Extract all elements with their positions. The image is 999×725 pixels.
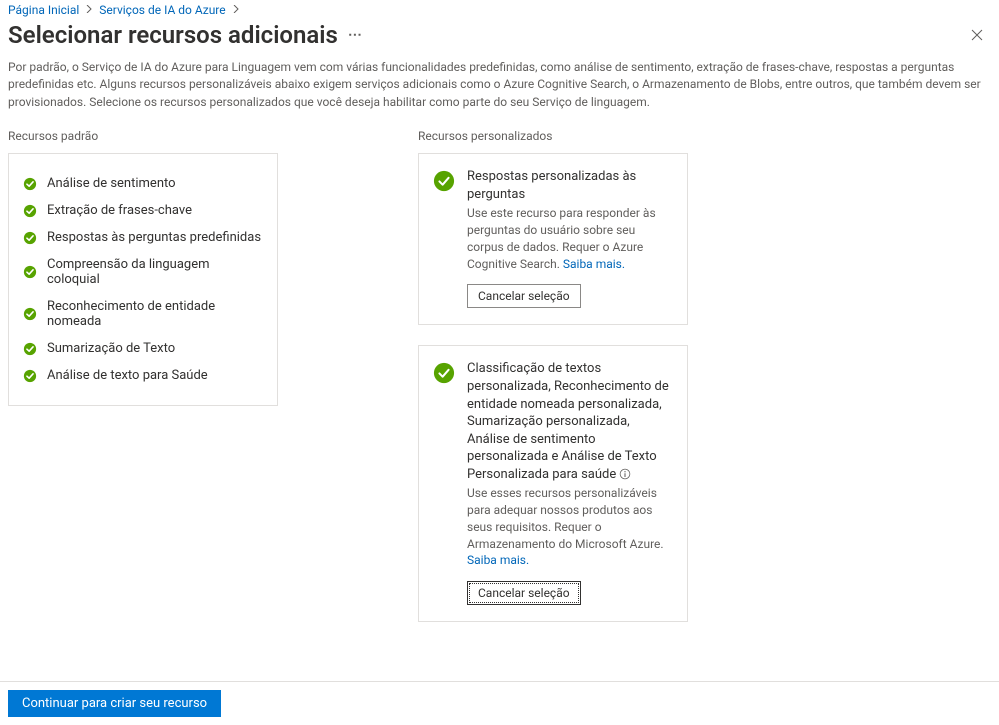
cancel-selection-button[interactable]: Cancelar seleção [467, 581, 581, 605]
check-circle-icon [433, 362, 455, 605]
default-resources-column: Recursos padrão Análise de sentimento Ext… [8, 129, 278, 642]
custom-resources-column: Recursos personalizados Respostas person… [418, 129, 688, 642]
custom-feature-title: Classificação de textos personalizada, R… [467, 360, 673, 483]
custom-feature-card: Respostas personalizadas às perguntas Use… [418, 153, 688, 325]
card-body: Respostas personalizadas às perguntas Use… [467, 168, 673, 308]
custom-feature-desc: Use este recurso para responder às pergu… [467, 205, 673, 272]
ellipsis-icon[interactable]: ⋯ [348, 28, 363, 42]
custom-feature-desc: Use esses recursos personalizáveis para … [467, 485, 673, 569]
custom-feature-card: Classificação de textos personalizada, R… [418, 345, 688, 622]
close-button[interactable] [963, 21, 991, 49]
default-feature-label: Extração de frases-chave [47, 203, 192, 218]
check-circle-icon [23, 342, 37, 356]
default-section-label: Recursos padrão [8, 129, 278, 143]
columns-container: Recursos padrão Análise de sentimento Ext… [0, 129, 999, 642]
breadcrumb-aiservices[interactable]: Serviços de IA do Azure [99, 3, 225, 17]
default-feature-item: Compreensão da linguagem coloquial [23, 251, 263, 293]
check-circle-icon [23, 177, 37, 191]
check-circle-icon [23, 265, 37, 279]
default-feature-label: Análise de sentimento [47, 176, 176, 191]
default-feature-label: Respostas às perguntas predefinidas [47, 230, 261, 245]
chevron-right-icon [232, 5, 240, 16]
learn-more-link[interactable]: Saiba mais. [467, 553, 529, 567]
custom-resources-list: Respostas personalizadas às perguntas Use… [418, 153, 688, 622]
page-title: Selecionar recursos adicionais ⋯ [8, 21, 363, 49]
check-circle-icon [433, 170, 455, 308]
default-resources-box: Análise de sentimento Extração de frases-… [8, 153, 278, 406]
default-feature-label: Compreensão da linguagem coloquial [47, 257, 263, 287]
default-feature-item: Respostas às perguntas predefinidas [23, 224, 263, 251]
custom-section-label: Recursos personalizados [418, 129, 688, 143]
default-feature-item: Sumarização de Texto [23, 335, 263, 362]
card-body: Classificação de textos personalizada, R… [467, 360, 673, 605]
custom-feature-title: Respostas personalizadas às perguntas [467, 168, 673, 203]
chevron-right-icon [85, 5, 93, 16]
custom-feature-desc-text: Use este recurso para responder às pergu… [467, 206, 656, 270]
custom-feature-title-text: Classificação de textos personalizada, R… [467, 361, 669, 481]
info-icon[interactable] [619, 468, 631, 480]
default-feature-item: Análise de texto para Saúde [23, 362, 263, 389]
page-header: Selecionar recursos adicionais ⋯ [0, 21, 999, 59]
footer-bar: Continuar para criar seu recurso [0, 681, 999, 725]
intro-paragraph: Por padrão, o Serviço de IA do Azure par… [0, 59, 999, 129]
default-feature-item: Análise de sentimento [23, 170, 263, 197]
custom-feature-title-text: Respostas personalizadas às perguntas [467, 169, 636, 202]
check-circle-icon [23, 369, 37, 383]
default-feature-label: Sumarização de Texto [47, 341, 175, 356]
default-feature-label: Análise de texto para Saúde [47, 368, 208, 383]
default-feature-label: Reconhecimento de entidade nomeada [47, 299, 263, 329]
page-title-text: Selecionar recursos adicionais [8, 21, 338, 49]
check-circle-icon [23, 231, 37, 245]
breadcrumb-home[interactable]: Página Inicial [8, 3, 79, 17]
default-feature-item: Extração de frases-chave [23, 197, 263, 224]
learn-more-link[interactable]: Saiba mais. [563, 257, 625, 271]
cancel-selection-button[interactable]: Cancelar seleção [467, 284, 581, 308]
custom-feature-desc-text: Use esses recursos personalizáveis para … [467, 486, 664, 550]
default-feature-item: Reconhecimento de entidade nomeada [23, 293, 263, 335]
continue-button[interactable]: Continuar para criar seu recurso [8, 690, 221, 717]
check-circle-icon [23, 204, 37, 218]
breadcrumb: Página Inicial Serviços de IA do Azure [0, 0, 999, 21]
check-circle-icon [23, 307, 37, 321]
